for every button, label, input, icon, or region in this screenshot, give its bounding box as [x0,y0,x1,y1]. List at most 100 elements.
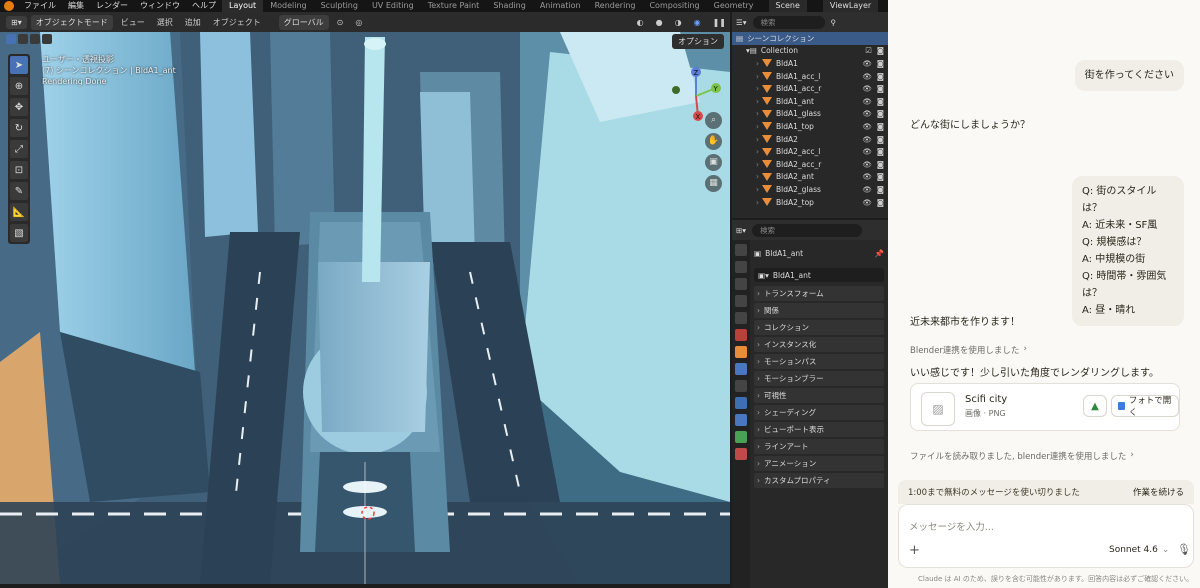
blender-logo-icon[interactable] [4,1,14,11]
select-tool-icon[interactable]: ➤ [10,56,28,74]
eye-icon[interactable]: 👁 [862,72,872,81]
microphone-icon[interactable]: 🎙 [1177,543,1191,556]
outliner-search[interactable]: 検索 [752,15,825,29]
properties-search[interactable]: 検索 [752,223,863,237]
tab-compositing[interactable]: Compositing [642,0,706,12]
select-subtract-icon[interactable] [30,34,40,44]
menu-window[interactable]: ウィンドウ [134,0,186,12]
eye-icon[interactable]: 👁 [862,185,872,194]
menu-file[interactable]: ファイル [18,0,62,12]
camera-icon[interactable]: ◙ [877,172,884,181]
modifier-tab-icon[interactable] [735,363,747,375]
outliner-item[interactable]: › BldA1 👁 ◙ [732,57,888,70]
object-name-field[interactable]: ▣▾ BldA1_ant [754,268,884,282]
eye-icon[interactable]: 👁 [862,198,872,207]
expand-icon[interactable]: › [756,109,759,118]
eye-icon[interactable]: 👁 [862,135,872,144]
overlay-icon[interactable]: ◐ [633,18,648,27]
transform-tool-icon[interactable]: ⊡ [10,161,28,179]
constraints-tab-icon[interactable] [735,414,747,426]
property-section[interactable]: 可視性 [754,388,884,403]
file-card[interactable]: ▨ Scifi city 画像 · PNG ▲ フォトで開く [910,383,1180,431]
view-layer-tab-icon[interactable] [735,295,747,307]
render-tab-icon[interactable] [735,261,747,273]
property-section[interactable]: ビューポート表示 [754,422,884,437]
property-section[interactable]: ラインアート [754,439,884,454]
pause-icon[interactable]: ❚❚ [709,18,730,27]
expand-icon[interactable]: › [756,135,759,144]
camera-view-icon[interactable]: ▣ [705,154,722,171]
scale-tool-icon[interactable]: ⤢ [10,140,28,158]
continue-work-link[interactable]: 作業を続ける [1133,486,1184,498]
outliner-item[interactable]: › BldA2_glass 👁 ◙ [732,183,888,196]
tab-animation[interactable]: Animation [533,0,588,12]
physics-tab-icon[interactable] [735,397,747,409]
tab-modeling[interactable]: Modeling [263,0,313,12]
outliner-item[interactable]: › BldA1_acc_l 👁 ◙ [732,70,888,83]
mode-selector[interactable]: オブジェクトモード [30,14,113,30]
scene-selector[interactable]: Scene [768,0,807,12]
tool-tab-icon[interactable] [735,244,747,256]
menu-render[interactable]: レンダー [90,0,134,12]
open-in-photos-button[interactable]: フォトで開く [1111,395,1179,418]
viewlayer-selector[interactable]: ViewLayer [822,0,879,12]
snap-icon[interactable]: ⊙ [333,18,348,27]
tool-use-2[interactable]: ファイルを読み取りました, blender連携を使用しました › [910,450,1134,462]
particles-tab-icon[interactable] [735,380,747,392]
transform-orientation[interactable]: グローバル [278,14,329,30]
world-tab-icon[interactable] [735,329,747,341]
menu-select[interactable]: 選択 [153,17,177,28]
3d-viewport[interactable]: Z Y X ⌕ ✋ ▣ ▦ [0,32,730,584]
property-section[interactable]: トランスフォーム [754,286,884,301]
eye-icon[interactable]: 👁 [862,147,872,156]
camera-icon[interactable]: ◙ [877,109,884,118]
property-section[interactable]: 関係 [754,303,884,318]
property-section[interactable]: モーションブラー [754,371,884,386]
tab-shading[interactable]: Shading [486,0,533,12]
tab-uv-editing[interactable]: UV Editing [365,0,421,12]
tab-texture-paint[interactable]: Texture Paint [421,0,487,12]
camera-icon[interactable]: ◙ [877,160,884,169]
eye-icon[interactable]: 👁 [862,172,872,181]
expand-icon[interactable]: › [756,185,759,194]
output-tab-icon[interactable] [735,278,747,290]
outliner-item[interactable]: › BldA1_glass 👁 ◙ [732,108,888,121]
property-section[interactable]: コレクション [754,320,884,335]
proportional-icon[interactable]: ◎ [351,18,366,27]
menu-object[interactable]: オブジェクト [209,17,265,28]
eye-icon[interactable]: 👁 [862,109,872,118]
expand-icon[interactable]: › [756,147,759,156]
tab-rendering[interactable]: Rendering [588,0,643,12]
camera-icon[interactable]: ◙ [877,185,884,194]
select-box-icon[interactable] [6,34,16,44]
expand-icon[interactable]: › [756,172,759,181]
camera-icon[interactable]: ◙ [877,147,884,156]
scene-tab-icon[interactable] [735,312,747,324]
property-section[interactable]: シェーディング [754,405,884,420]
outliner-editor-icon[interactable]: ☰▾ [736,18,747,27]
message-input[interactable]: メッセージを入力... [909,519,994,533]
options-button[interactable]: オプション [672,34,724,49]
eye-icon[interactable]: 👁 [862,84,872,93]
expand-icon[interactable]: › [756,84,759,93]
outliner-item[interactable]: › BldA1_top 👁 ◙ [732,120,888,133]
eye-icon[interactable]: 👁 [862,122,872,131]
property-section[interactable]: アニメーション [754,456,884,471]
shading-solid-icon[interactable]: ● [652,18,667,27]
outliner-item[interactable]: › BldA2_top 👁 ◙ [732,196,888,209]
camera-icon[interactable]: ◙ [877,122,884,131]
filter-icon[interactable]: ⚲ [831,18,837,27]
properties-editor-icon[interactable]: ⊞▾ [736,226,746,235]
property-section[interactable]: モーションパス [754,354,884,369]
measure-tool-icon[interactable]: 📐 [10,203,28,221]
expand-icon[interactable]: › [756,198,759,207]
outliner-item[interactable]: › BldA2_acc_r 👁 ◙ [732,158,888,171]
model-selector[interactable]: Sonnet 4.6 ⌄ [1109,545,1169,555]
shading-rendered-icon[interactable]: ◉ [690,18,705,27]
plus-icon[interactable]: + [909,543,920,558]
camera-icon[interactable]: ◙ [877,97,884,106]
expand-icon[interactable]: › [756,97,759,106]
pin-icon[interactable]: 📌 [875,249,884,258]
outliner-item[interactable]: › BldA2_ant 👁 ◙ [732,171,888,184]
camera-icon[interactable]: ◙ [877,72,884,81]
